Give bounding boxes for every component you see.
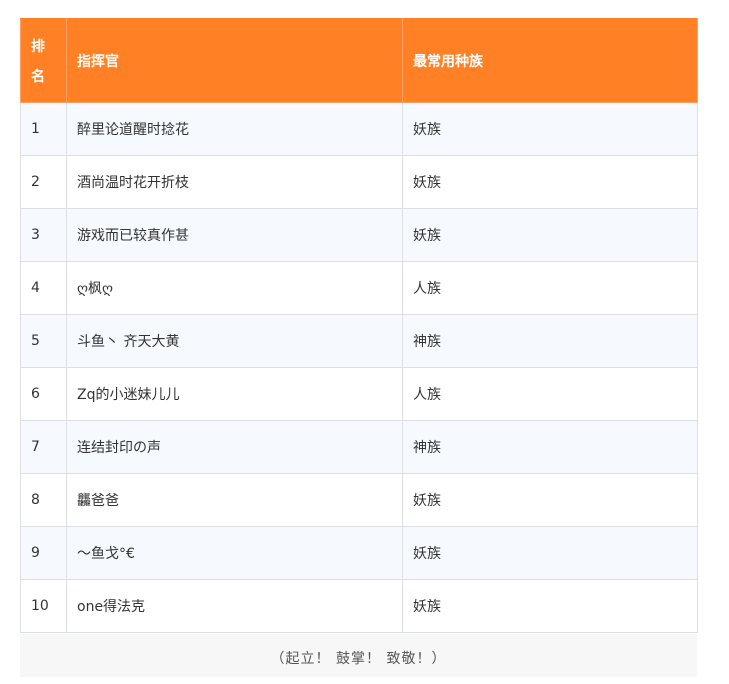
table-row: 2 酒尚温时花开折枝 妖族 xyxy=(20,155,698,209)
cell-commander: 游戏而已较真作甚 xyxy=(66,208,403,262)
cell-commander: 龘爸爸 xyxy=(66,473,403,527)
table-row: 10 one得法克 妖族 xyxy=(20,579,698,633)
cell-commander: ～鱼戈°€ xyxy=(66,526,403,580)
cell-rank: 1 xyxy=(20,102,67,156)
cell-race: 妖族 xyxy=(402,473,698,527)
ranking-table-container: 排名 指挥官 最常用种族 1 醉里论道醒时捻花 妖族 2 酒尚温时花开折枝 妖族… xyxy=(20,18,698,633)
cell-rank: 8 xyxy=(20,473,67,527)
cell-commander: 酒尚温时花开折枝 xyxy=(66,155,403,209)
cell-rank: 9 xyxy=(20,526,67,580)
table-row: 1 醉里论道醒时捻花 妖族 xyxy=(20,102,698,156)
cell-race: 人族 xyxy=(402,261,698,315)
cell-race: 人族 xyxy=(402,367,698,421)
cell-race: 妖族 xyxy=(402,526,698,580)
cell-race: 妖族 xyxy=(402,155,698,209)
table-body: 1 醉里论道醒时捻花 妖族 2 酒尚温时花开折枝 妖族 3 游戏而已较真作甚 妖… xyxy=(20,102,698,633)
cell-commander: 斗鱼丶 齐天大黄 xyxy=(66,314,403,368)
cell-race: 妖族 xyxy=(402,579,698,633)
table-row: 6 Zq的小迷妹儿儿 人族 xyxy=(20,367,698,421)
cell-commander: one得法克 xyxy=(66,579,403,633)
table-row: 4 ღ枫ღ 人族 xyxy=(20,261,698,315)
cell-rank: 2 xyxy=(20,155,67,209)
table-row: 8 龘爸爸 妖族 xyxy=(20,473,698,527)
cell-rank: 10 xyxy=(20,579,67,633)
table-row: 9 ～鱼戈°€ 妖族 xyxy=(20,526,698,580)
cell-race: 神族 xyxy=(402,314,698,368)
cell-commander: 醉里论道醒时捻花 xyxy=(66,102,403,156)
cell-rank: 5 xyxy=(20,314,67,368)
ranking-table: 排名 指挥官 最常用种族 1 醉里论道醒时捻花 妖族 2 酒尚温时花开折枝 妖族… xyxy=(20,18,698,633)
header-row: 排名 指挥官 最常用种族 xyxy=(20,18,698,103)
table-caption: （起立！ 鼓掌！ 致敬！） xyxy=(20,634,697,677)
cell-race: 妖族 xyxy=(402,102,698,156)
header-race: 最常用种族 xyxy=(402,18,698,103)
cell-race: 妖族 xyxy=(402,208,698,262)
table-row: 5 斗鱼丶 齐天大黄 神族 xyxy=(20,314,698,368)
cell-race: 神族 xyxy=(402,420,698,474)
cell-rank: 7 xyxy=(20,420,67,474)
table-row: 3 游戏而已较真作甚 妖族 xyxy=(20,208,698,262)
table-header: 排名 指挥官 最常用种族 xyxy=(20,18,698,103)
cell-commander: Zq的小迷妹儿儿 xyxy=(66,367,403,421)
cell-commander: 连结封印の声 xyxy=(66,420,403,474)
table-row: 7 连结封印の声 神族 xyxy=(20,420,698,474)
header-commander: 指挥官 xyxy=(66,18,403,103)
cell-rank: 6 xyxy=(20,367,67,421)
cell-commander: ღ枫ღ xyxy=(66,261,403,315)
header-rank: 排名 xyxy=(20,18,67,103)
cell-rank: 3 xyxy=(20,208,67,262)
cell-rank: 4 xyxy=(20,261,67,315)
